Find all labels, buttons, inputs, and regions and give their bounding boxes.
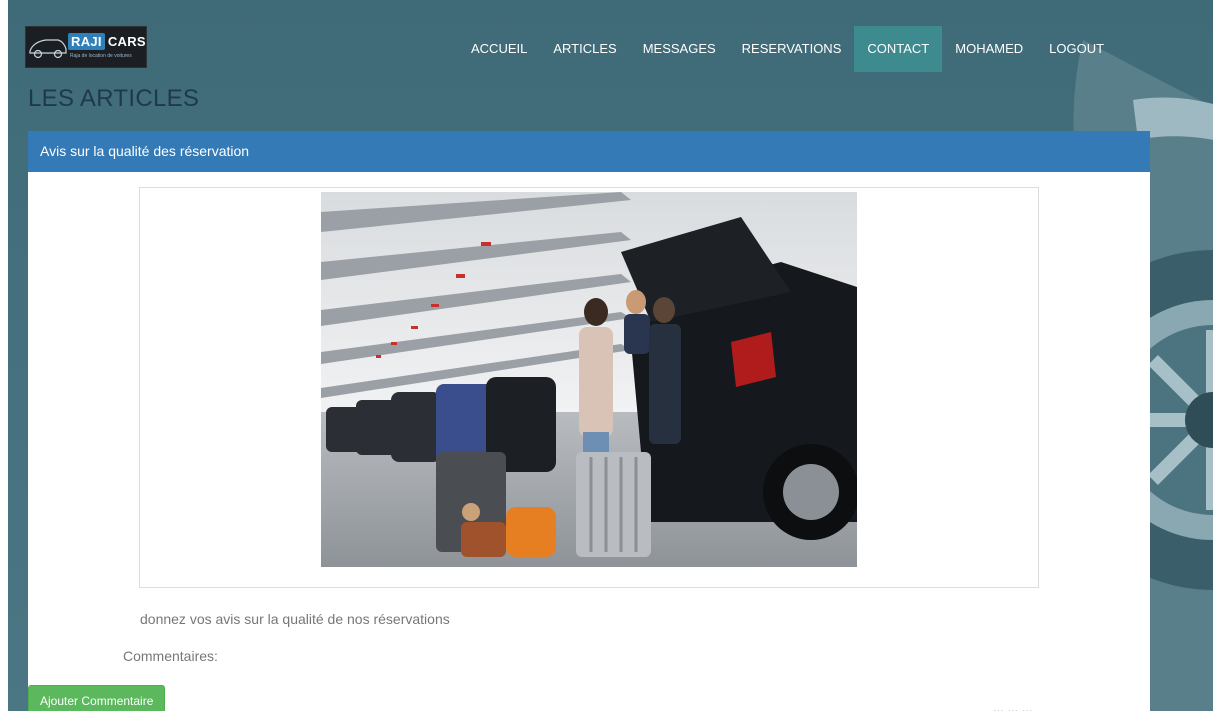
add-comment-button[interactable]: Ajouter Commentaire [28, 685, 166, 711]
nav-item-user-mohamed[interactable]: MOHAMED [942, 26, 1036, 72]
nav-item-articles[interactable]: ARTICLES [540, 26, 629, 72]
main-nav: ACCUEIL ARTICLES MESSAGES RESERVATIONS C… [458, 26, 1117, 72]
brand-name-rest: CARS [107, 34, 146, 49]
brand-logo[interactable]: RAJI CARS Raja de location de voitures [25, 26, 147, 68]
brand-name-highlight: RAJI [68, 33, 105, 50]
page-title: LES ARTICLES [28, 85, 200, 112]
article-heading: Avis sur la qualité des réservation [28, 131, 1150, 172]
top-navbar: RAJI CARS Raja de location de voitures AC… [8, 0, 1213, 72]
article-image-frame [139, 187, 1039, 588]
nav-item-accueil[interactable]: ACCUEIL [458, 26, 540, 72]
nav-item-logout[interactable]: LOGOUT [1036, 26, 1117, 72]
page-frame: RAJI CARS Raja de location de voitures AC… [8, 0, 1213, 711]
comments-label: Commentaires: [123, 648, 218, 664]
nav-item-contact[interactable]: CONTACT [854, 26, 943, 72]
car-outline-icon [29, 39, 67, 59]
article-panel: Avis sur la qualité des réservation donn… [28, 131, 1150, 711]
nav-item-messages[interactable]: MESSAGES [630, 26, 729, 72]
brand-name: RAJI CARS [68, 33, 146, 50]
brand-tagline: Raja de location de voitures [70, 53, 132, 59]
cut-off-text: ... ... ... [993, 700, 1033, 711]
nav-item-reservations[interactable]: RESERVATIONS [729, 26, 855, 72]
article-description: donnez vos avis sur la qualité de nos ré… [140, 611, 450, 627]
article-photo [321, 192, 857, 567]
